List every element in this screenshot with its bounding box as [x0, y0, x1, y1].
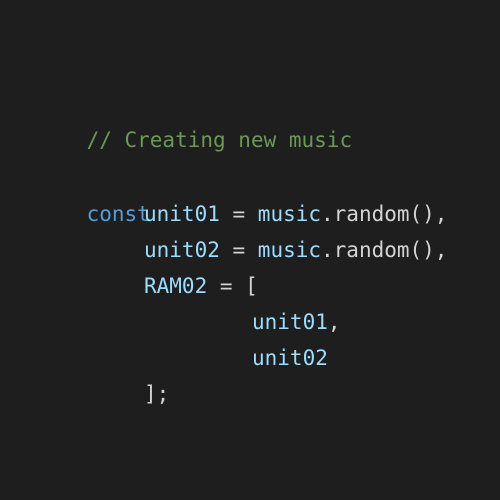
comment-text: // Creating new music [86, 128, 353, 152]
unit02-assignment-line: unit02 = music.random(), [144, 232, 447, 268]
code-comment-line: // Creating new music [36, 86, 353, 152]
music-object: music [257, 202, 322, 226]
unit02-variable: unit02 [144, 238, 220, 262]
unit01-variable: unit01 [144, 202, 220, 226]
array-comma: , [327, 310, 341, 334]
assign-operator: = [219, 202, 258, 226]
array-item-line: unit02 [252, 340, 328, 376]
const-keyword: const [86, 202, 150, 226]
ram02-assignment-line: RAM02 = [ [144, 268, 258, 304]
unit01-assignment-line: unit01 = music.random(), [144, 196, 447, 232]
array-close: ]; [144, 382, 170, 406]
const-keyword-line: const [36, 160, 150, 226]
music-object: music [257, 238, 322, 262]
array-item-unit01: unit01 [252, 310, 328, 334]
code-snippet: // Creating new music const unit01 = mus… [0, 0, 500, 500]
array-item-line: unit01, [252, 304, 341, 340]
array-open: = [ [207, 274, 258, 298]
assign-operator: = [219, 238, 258, 262]
array-close-line: ]; [144, 376, 169, 412]
random-call: .random(), [321, 202, 448, 226]
ram02-variable: RAM02 [144, 274, 208, 298]
random-call: .random(), [321, 238, 448, 262]
array-item-unit02: unit02 [252, 346, 328, 370]
